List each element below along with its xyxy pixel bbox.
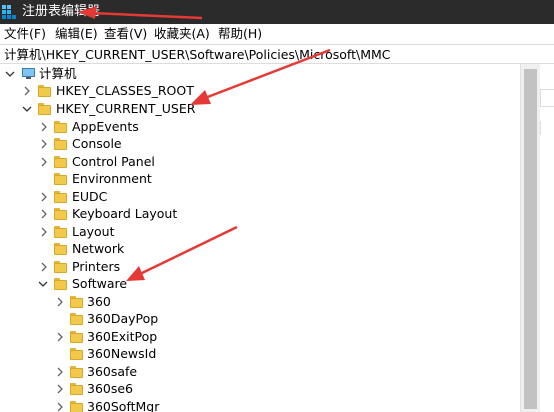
folder-icon — [38, 103, 51, 115]
tree-node-label: 计算机 — [39, 66, 77, 81]
tree-node-label: 360NewsId — [87, 346, 157, 361]
tree-node-appevents[interactable]: AppEvents — [0, 118, 300, 136]
address-path[interactable]: 计算机\HKEY_CURRENT_USER\Software\Policies\… — [4, 46, 391, 63]
tree-node-360newsid[interactable]: 360NewsId — [0, 345, 300, 363]
menu-help[interactable]: 帮助(H) — [218, 26, 262, 42]
chevron-right-icon[interactable] — [38, 155, 50, 169]
folder-icon — [54, 278, 67, 290]
chevron-right-icon[interactable] — [54, 330, 66, 344]
chevron-right-icon[interactable] — [54, 400, 66, 412]
tree-node-label: Software — [72, 276, 128, 291]
folder-icon — [54, 173, 67, 185]
menu-view[interactable]: 查看(V) — [104, 26, 147, 42]
tree-node-360softmgr[interactable]: 360SoftMgr — [0, 398, 300, 412]
tree-node-label: AppEvents — [72, 119, 139, 134]
chevron-right-icon[interactable] — [38, 137, 50, 151]
folder-icon — [54, 191, 67, 203]
menu-favorites[interactable]: 收藏夹(A) — [154, 26, 210, 42]
chevron-right-icon[interactable] — [38, 120, 50, 134]
folder-icon — [54, 226, 67, 238]
scrollbar-thumb[interactable] — [524, 69, 537, 409]
tree-node-label: Printers — [72, 259, 121, 274]
tree-node-label: Control Panel — [72, 154, 155, 169]
tree-node-label: 360DayPop — [87, 311, 159, 326]
tree-node-printers[interactable]: Printers — [0, 258, 300, 276]
folder-icon — [38, 85, 51, 97]
address-bar[interactable]: 计算机\HKEY_CURRENT_USER\Software\Policies\… — [0, 44, 554, 64]
folder-icon — [70, 348, 83, 360]
registry-editor-icon — [2, 5, 16, 19]
tree-node-keyboard-layout[interactable]: Keyboard Layout — [0, 205, 300, 223]
folder-icon — [54, 121, 67, 133]
tree-node-layout[interactable]: Layout — [0, 223, 300, 241]
folder-icon — [70, 366, 83, 378]
chevron-right-icon[interactable] — [38, 207, 50, 221]
tree-node-control-panel[interactable]: Control Panel — [0, 153, 300, 171]
tree-node-label: 360 — [87, 294, 111, 309]
tree-node-label: Layout — [72, 224, 115, 239]
tree-node-label: 360safe — [87, 364, 138, 379]
tree-node-network[interactable]: Network — [0, 240, 300, 258]
tree-node-label: Environment — [72, 171, 152, 186]
folder-icon — [70, 383, 83, 395]
tree-node-software[interactable]: Software — [0, 275, 300, 293]
tree-node-label: Keyboard Layout — [72, 206, 178, 221]
tree-node-360safe[interactable]: 360safe — [0, 363, 300, 381]
tree-node-label: HKEY_CURRENT_USER — [56, 101, 196, 116]
chevron-right-icon[interactable] — [54, 365, 66, 379]
tree-node-360daypop[interactable]: 360DayPop — [0, 310, 300, 328]
tree-node-eudc[interactable]: EUDC — [0, 188, 300, 206]
menu-bar: 文件(F) 编辑(E) 查看(V) 收藏夹(A) 帮助(H) — [0, 24, 554, 44]
tree-node-label: 360ExitPop — [87, 329, 158, 344]
chevron-right-icon[interactable] — [38, 260, 50, 274]
chevron-down-icon[interactable] — [21, 102, 33, 116]
folder-icon — [54, 138, 67, 150]
menu-file[interactable]: 文件(F) — [4, 26, 46, 42]
tree-node-label: HKEY_CLASSES_ROOT — [56, 83, 194, 98]
tree-node-label: 360se6 — [87, 381, 134, 396]
chevron-right-icon[interactable] — [21, 84, 33, 98]
folder-icon — [70, 296, 83, 308]
values-row — [540, 121, 554, 135]
title-bar[interactable]: 注册表编辑器 — [0, 0, 554, 24]
values-column-header — [540, 89, 554, 107]
folder-icon — [54, 208, 67, 220]
window-title: 注册表编辑器 — [22, 4, 101, 19]
chevron-right-icon[interactable] — [54, 295, 66, 309]
tree-node-360[interactable]: 360 — [0, 293, 300, 311]
tree-node-computer[interactable]: 计算机 — [0, 65, 300, 83]
chevron-down-icon[interactable] — [4, 67, 16, 81]
folder-icon — [70, 401, 83, 412]
chevron-down-icon[interactable] — [37, 277, 49, 291]
tree-node-label: Console — [72, 136, 122, 151]
folder-icon — [54, 243, 67, 255]
tree-node-console[interactable]: Console — [0, 135, 300, 153]
vertical-scrollbar[interactable] — [520, 64, 540, 412]
folder-icon — [54, 261, 67, 273]
tree-node-label: EUDC — [72, 189, 108, 204]
tree-node-hkey-current-user[interactable]: HKEY_CURRENT_USER — [0, 100, 300, 118]
folder-icon — [54, 156, 67, 168]
tree-node-label: 360SoftMgr — [87, 399, 160, 412]
chevron-right-icon[interactable] — [38, 225, 50, 239]
folder-icon — [70, 331, 83, 343]
chevron-right-icon[interactable] — [38, 190, 50, 204]
menu-edit[interactable]: 编辑(E) — [55, 26, 98, 42]
tree-node-environment[interactable]: Environment — [0, 170, 300, 188]
tree-node-hkey-classes-root[interactable]: HKEY_CLASSES_ROOT — [0, 82, 300, 100]
tree-node-360se6[interactable]: 360se6 — [0, 380, 300, 398]
tree-view[interactable]: 计算机 HKEY_CLASSES_ROOT HKEY_CURRENT_USER … — [0, 64, 520, 412]
values-pane[interactable] — [540, 64, 554, 412]
chevron-right-icon[interactable] — [54, 382, 66, 396]
folder-icon — [70, 313, 83, 325]
tree-node-360exitpop[interactable]: 360ExitPop — [0, 328, 300, 346]
computer-icon — [22, 68, 35, 79]
tree-node-label: Network — [72, 241, 125, 256]
